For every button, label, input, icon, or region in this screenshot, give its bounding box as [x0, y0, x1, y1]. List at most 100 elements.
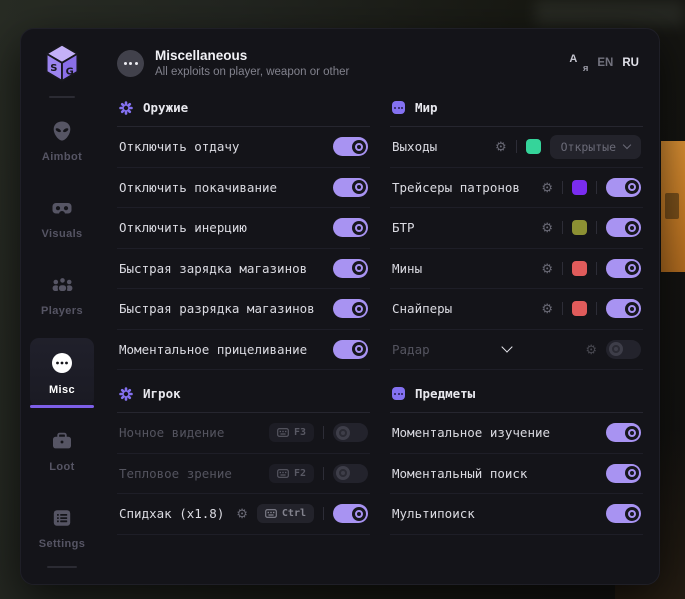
briefcase-icon: [51, 430, 73, 452]
translate-icon: Aя: [569, 55, 588, 72]
column-right: Мир Выходы ⚙ Открытые Трейс: [390, 84, 643, 535]
fast-mag-unload-toggle[interactable]: [333, 299, 368, 318]
speedhack-toggle[interactable]: [333, 504, 368, 523]
page-subtitle: All exploits on player, weapon or other: [155, 66, 349, 78]
list-icon: [51, 507, 73, 529]
dots-chip-icon: [392, 101, 405, 114]
disable-sway-toggle[interactable]: [333, 178, 368, 197]
multi-search-toggle[interactable]: [606, 504, 641, 523]
radar-expand-zone: [430, 347, 586, 351]
row-instant-examine: Моментальное изучение: [390, 413, 643, 454]
color-swatch[interactable]: [572, 220, 587, 235]
sidebar-item-loot[interactable]: Loot: [30, 417, 94, 484]
sidebar-item-aimbot[interactable]: Aimbot: [30, 107, 94, 174]
row-fast-mag-load: Быстрая зарядка магазинов: [117, 249, 370, 290]
section-header-items: Предметы: [390, 370, 643, 413]
people-icon: [51, 274, 74, 296]
row-label: Быстрая разрядка магазинов: [119, 301, 333, 316]
app-logo-cube-icon: S G: [40, 42, 84, 85]
sidebar-bottom-divider: [47, 566, 77, 568]
row-snipers: Снайперы ⚙: [390, 289, 643, 330]
page-header: Miscellaneous All exploits on player, we…: [109, 29, 643, 84]
section-header-world: Мир: [390, 84, 643, 127]
chevron-down-icon[interactable]: [502, 342, 513, 353]
row-instant-search: Моментальный поиск: [390, 454, 643, 495]
hotkey-label: F2: [294, 468, 306, 479]
row-label: Моментальное изучение: [392, 425, 606, 440]
content-grid: Оружие Отключить отдачу Отключить покачи…: [109, 84, 643, 535]
section-header-weapon: Оружие: [117, 84, 370, 127]
language-switcher: Aя EN RU: [569, 55, 639, 72]
control-divider: [596, 262, 597, 275]
chevron-down-icon: [623, 141, 631, 149]
sidebar-item-visuals[interactable]: Visuals: [30, 184, 94, 251]
page-title: Miscellaneous: [155, 48, 349, 63]
hotkey-badge[interactable]: Ctrl: [257, 504, 314, 523]
radar-toggle[interactable]: [606, 340, 641, 359]
row-disable-sway: Отключить покачивание: [117, 168, 370, 209]
color-swatch[interactable]: [572, 180, 587, 195]
row-instant-ads: Моментальное прицеливание: [117, 330, 370, 371]
row-label: Моментальный поиск: [392, 466, 606, 481]
row-label: Мультипоиск: [392, 506, 606, 521]
instant-examine-toggle[interactable]: [606, 423, 641, 442]
misc-ellipsis-icon: [117, 50, 144, 77]
control-divider: [562, 181, 563, 194]
sidebar-item-players[interactable]: Players: [30, 261, 94, 328]
night-vision-toggle[interactable]: [333, 423, 368, 442]
row-thermal-vision: Тепловое зрение F2: [117, 454, 370, 495]
row-multi-search: Мультипоиск: [390, 494, 643, 535]
sidebar-divider: [49, 96, 75, 98]
snipers-toggle[interactable]: [606, 299, 641, 318]
gear-icon[interactable]: ⚙: [541, 181, 553, 194]
control-divider: [516, 140, 517, 153]
section-title: Мир: [415, 100, 438, 115]
cheat-menu-window: S G Aimbot Visuals: [20, 28, 660, 585]
control-divider: [562, 262, 563, 275]
row-label: Моментальное прицеливание: [119, 342, 333, 357]
sidebar-item-label: Aimbot: [42, 151, 82, 163]
control-divider: [596, 181, 597, 194]
sidebar-item-misc[interactable]: Misc: [30, 338, 94, 407]
row-label: Отключить покачивание: [119, 180, 333, 195]
disable-recoil-toggle[interactable]: [333, 137, 368, 156]
instant-ads-toggle[interactable]: [333, 340, 368, 359]
sidebar-item-label: Visuals: [41, 228, 82, 240]
lang-ru-button[interactable]: RU: [622, 57, 639, 69]
row-speedhack: Спидхак (x1.8) ⚙ Ctrl: [117, 494, 370, 535]
hotkey-badge[interactable]: F3: [269, 423, 314, 442]
hotkey-label: Ctrl: [282, 508, 306, 519]
mines-toggle[interactable]: [606, 259, 641, 278]
bullet-tracers-toggle[interactable]: [606, 178, 641, 197]
instant-search-toggle[interactable]: [606, 464, 641, 483]
fast-mag-load-toggle[interactable]: [333, 259, 368, 278]
row-mines: Мины ⚙: [390, 249, 643, 290]
gear-icon[interactable]: ⚙: [495, 140, 507, 153]
gear-icon[interactable]: ⚙: [541, 302, 553, 315]
hotkey-badge[interactable]: F2: [269, 464, 314, 483]
gear-icon[interactable]: ⚙: [236, 507, 248, 520]
color-swatch[interactable]: [572, 301, 587, 316]
sidebar-item-settings[interactable]: Settings: [30, 494, 94, 561]
disable-inertia-toggle[interactable]: [333, 218, 368, 237]
lang-en-button[interactable]: EN: [597, 57, 613, 69]
exits-dropdown[interactable]: Открытые: [550, 135, 641, 159]
thermal-vision-toggle[interactable]: [333, 464, 368, 483]
btr-toggle[interactable]: [606, 218, 641, 237]
keyboard-icon: [265, 509, 277, 518]
gear-icon[interactable]: ⚙: [541, 221, 553, 234]
color-swatch[interactable]: [572, 261, 587, 276]
row-label: Спидхак (x1.8): [119, 506, 236, 521]
row-btr: БТР ⚙: [390, 208, 643, 249]
row-label: Трейсеры патронов: [392, 180, 541, 195]
row-exits: Выходы ⚙ Открытые: [390, 127, 643, 168]
sidebar-item-label: Misc: [49, 384, 75, 396]
gear-icon[interactable]: ⚙: [585, 343, 597, 356]
section-title: Игрок: [143, 386, 181, 401]
row-label: Мины: [392, 261, 541, 276]
column-left: Оружие Отключить отдачу Отключить покачи…: [117, 84, 370, 535]
gear-icon[interactable]: ⚙: [541, 262, 553, 275]
dots-chip-icon: [392, 387, 405, 400]
alien-icon: [51, 120, 73, 142]
color-swatch[interactable]: [526, 139, 541, 154]
